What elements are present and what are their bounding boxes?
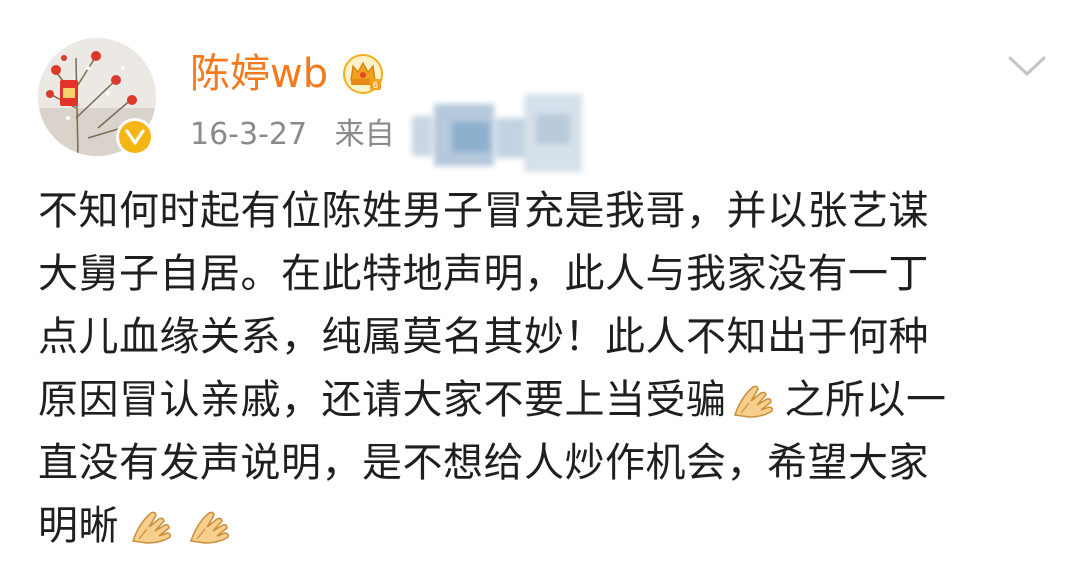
post-line: 点儿血缘关系，纯属莫名其妙！此人不知出于何种	[38, 314, 929, 360]
post-body: 不知何时起有位陈姓男子冒充是我哥，并以张艺谋 大舅子自居。在此特地声明，此人与我…	[38, 180, 1038, 558]
user-name[interactable]: 陈婷wb	[190, 44, 328, 104]
svg-text:6: 6	[373, 81, 379, 91]
post-line: 不知何时起有位陈姓男子冒充是我哥，并以张艺谋	[38, 188, 929, 234]
post-line: 原因冒认亲戚，还请大家不要上当受骗 之所以一	[38, 369, 1038, 432]
verified-badge-icon	[116, 118, 154, 156]
weibo-post: 陈婷wb 6 16-3-27 来自 不知何时起有位陈姓男子冒充是我哥，并以张艺谋…	[0, 0, 1080, 568]
post-line: 大舅子自居。在此特地声明，此人与我家没有一丁	[38, 251, 929, 297]
post-time: 16-3-27	[190, 117, 308, 152]
crown-vip-icon[interactable]: 6	[342, 53, 384, 95]
post-meta: 16-3-27 来自	[190, 113, 395, 157]
post-line-segment: 之所以一	[784, 377, 947, 423]
post-line-segment: 明晰	[38, 503, 119, 549]
clasped-hands-emoji-icon	[132, 511, 171, 544]
chevron-down-icon[interactable]	[1006, 52, 1048, 80]
clasped-hands-emoji-icon	[733, 385, 773, 418]
post-source-label: 来自	[334, 117, 395, 152]
post-line: 直没有发声说明，是不想给人炒作机会，希望大家	[38, 440, 929, 486]
post-line-segment: 原因冒认亲戚，还请大家不要上当受骗	[38, 377, 727, 423]
clasped-hands-emoji-icon	[190, 511, 229, 544]
source-redacted	[412, 94, 582, 172]
post-line: 明晰	[38, 495, 1038, 558]
